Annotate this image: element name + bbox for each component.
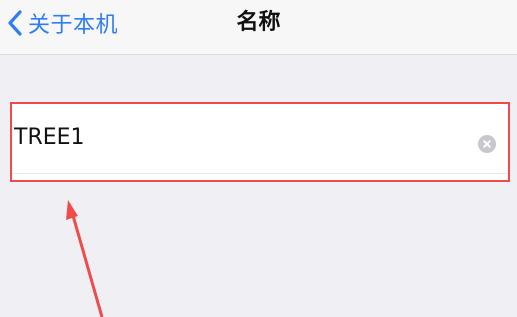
field-divider — [12, 173, 508, 174]
name-field-row — [10, 102, 510, 182]
page-title: 名称 — [236, 10, 281, 35]
clear-circle-icon[interactable] — [478, 135, 496, 153]
settings-name-screen: 关于本机 名称 — [0, 0, 517, 317]
navigation-bar: 关于本机 名称 — [0, 0, 517, 55]
name-input[interactable] — [14, 112, 454, 162]
